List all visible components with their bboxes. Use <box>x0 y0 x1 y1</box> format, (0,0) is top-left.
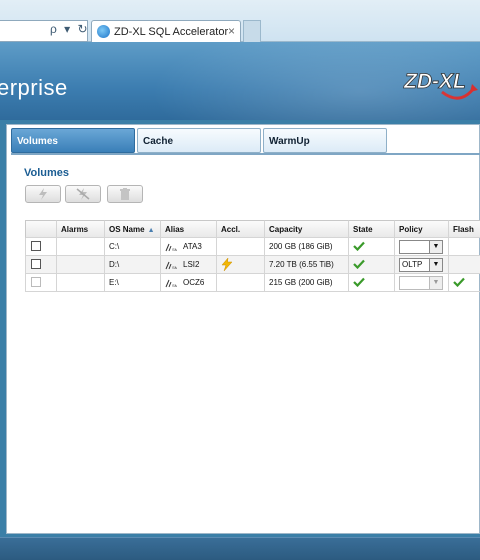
row-3-state <box>349 274 395 292</box>
row-3-capacity: 215 GB (200 GiB) <box>265 274 349 292</box>
row-2-flash <box>449 256 480 274</box>
browser-tab[interactable]: ZD-XL SQL Accelerator × <box>91 20 241 42</box>
trash-icon <box>120 188 130 200</box>
disk-signal-icon: SM <box>165 261 177 270</box>
row-1-os-name: C:\ <box>105 238 161 256</box>
section-title: Volumes <box>24 167 70 179</box>
ok-check-icon <box>353 277 365 288</box>
accelerate-button[interactable] <box>25 185 61 203</box>
row-3-alias-label: OCZ6 <box>183 278 205 287</box>
header-capacity[interactable]: Capacity <box>265 220 349 238</box>
product-title: erprise <box>0 75 68 100</box>
row-2-policy: OLTP ▼ <box>395 256 449 274</box>
row-2-alarms <box>57 256 105 274</box>
row-2-state <box>349 256 395 274</box>
row-3-checkbox <box>31 277 41 287</box>
row-1-alias: SM ATA3 <box>161 238 217 256</box>
ie-icon <box>97 25 110 38</box>
header-flash[interactable]: Flash <box>449 220 480 238</box>
address-bar-icons[interactable]: ρ ▾ ↻ <box>50 22 90 36</box>
row-2-alias-label: LSI2 <box>183 260 200 269</box>
row-3-alarms <box>57 274 105 292</box>
row-2-select <box>25 256 57 274</box>
chevron-down-icon: ▼ <box>429 259 442 271</box>
volumes-table: Alarms OS Name ▲ Alias Accl. Capacity Sta… <box>25 220 480 293</box>
row-3-os-name: E:\ <box>105 274 161 292</box>
row-3-policy-select: ▼ <box>399 276 443 290</box>
row-3-alias: SM OCZ6 <box>161 274 217 292</box>
row-1-capacity: 200 GB (186 GiB) <box>265 238 349 256</box>
tab-volumes[interactable]: Volumes <box>11 128 135 153</box>
new-tab-button[interactable] <box>243 20 261 42</box>
sort-ascending-icon: ▲ <box>147 227 155 234</box>
disk-signal-icon: SM <box>165 279 177 288</box>
row-1-flash <box>449 238 480 256</box>
status-bar <box>0 537 480 560</box>
row-3-accl <box>217 274 265 292</box>
app-banner: erprise ZD-XL <box>0 42 480 120</box>
delete-button[interactable] <box>107 185 143 203</box>
row-1-alarms <box>57 238 105 256</box>
row-2-policy-select[interactable]: OLTP ▼ <box>399 258 443 272</box>
tab-underline <box>11 153 480 155</box>
header-alarms[interactable]: Alarms <box>57 220 105 238</box>
tab-bar: Volumes Cache WarmUp <box>11 128 480 154</box>
ok-check-icon <box>353 259 365 270</box>
row-1-select <box>25 238 57 256</box>
header-select <box>25 220 57 238</box>
row-1-state <box>349 238 395 256</box>
row-2-os-name: D:\ <box>105 256 161 274</box>
svg-text:SM: SM <box>172 283 177 288</box>
header-accl[interactable]: Accl. <box>217 220 265 238</box>
tab-warmup[interactable]: WarmUp <box>263 128 387 153</box>
row-2-policy-value: OLTP <box>402 260 423 269</box>
accelerated-bolt-icon <box>221 257 233 272</box>
row-3-select <box>25 274 57 292</box>
row-1-policy: ▼ <box>395 238 449 256</box>
remove-acceleration-button[interactable] <box>65 185 101 203</box>
flash-check-icon <box>453 277 465 288</box>
svg-text:ZD-XL: ZD-XL <box>403 70 466 93</box>
row-3-policy: ▼ <box>395 274 449 292</box>
svg-text:SM: SM <box>172 247 177 252</box>
remove-acceleration-icon <box>76 188 90 200</box>
browser-chrome: ρ ▾ ↻ ZD-XL SQL Accelerator × <box>0 0 480 42</box>
chevron-down-icon: ▼ <box>429 241 442 253</box>
tab-cache[interactable]: Cache <box>137 128 261 153</box>
header-os-name[interactable]: OS Name ▲ <box>105 220 161 238</box>
zd-xl-logo: ZD-XL <box>403 70 478 100</box>
accelerate-icon <box>39 188 47 200</box>
disk-signal-icon: SM <box>165 243 177 252</box>
chevron-down-icon: ▼ <box>429 277 442 289</box>
row-1-checkbox[interactable] <box>31 241 41 251</box>
row-2-alias: SM LSI2 <box>161 256 217 274</box>
row-3-flash <box>449 274 480 292</box>
header-policy[interactable]: Policy <box>395 220 449 238</box>
row-2-accl <box>217 256 265 274</box>
row-1-alias-label: ATA3 <box>183 242 202 251</box>
header-state[interactable]: State <box>349 220 395 238</box>
row-1-policy-select[interactable]: ▼ <box>399 240 443 254</box>
row-1-accl <box>217 238 265 256</box>
row-2-capacity: 7.20 TB (6.55 TiB) <box>265 256 349 274</box>
svg-text:SM: SM <box>172 265 177 270</box>
main-panel: Volumes Cache WarmUp Volumes Alarms OS N… <box>6 124 480 534</box>
close-tab-icon[interactable]: × <box>228 24 235 38</box>
ok-check-icon <box>353 241 365 252</box>
browser-tab-title: ZD-XL SQL Accelerator <box>114 26 229 38</box>
row-2-checkbox[interactable] <box>31 259 41 269</box>
header-alias[interactable]: Alias <box>161 220 217 238</box>
header-os-name-label: OS Name <box>109 225 145 234</box>
